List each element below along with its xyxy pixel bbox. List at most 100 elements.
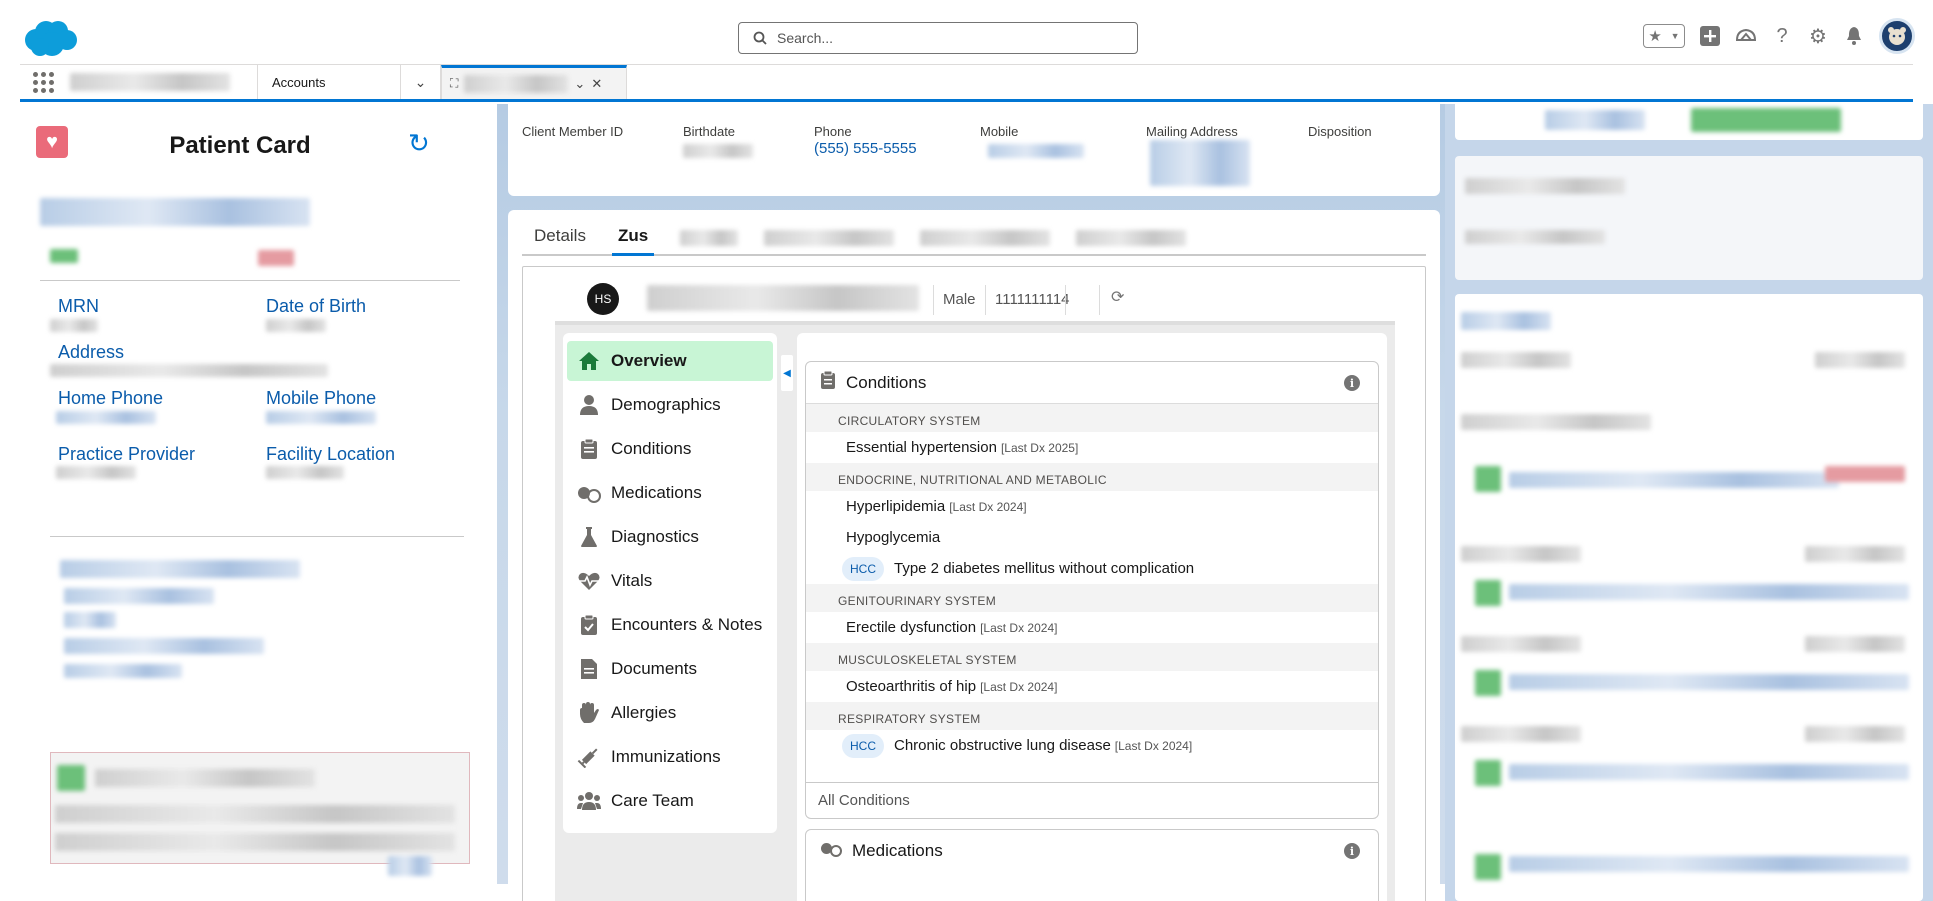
right-summary-card	[1455, 104, 1923, 140]
condition-name: Erectile dysfunction	[846, 619, 977, 636]
clipboard-check-icon	[577, 613, 601, 637]
salesforce-cloud-icon[interactable]	[22, 18, 78, 58]
flask-icon	[577, 525, 601, 549]
menu-encounters-notes[interactable]: Encounters & Notes	[567, 605, 773, 645]
client-member-id-label: Client Member ID	[522, 124, 624, 139]
condition-last-dx: [Last Dx 2024]	[949, 499, 1027, 514]
zus-side-menu: Overview Demographics Conditions Medicat…	[563, 333, 777, 833]
tab-redacted[interactable]	[680, 230, 739, 246]
global-search-input[interactable]: Search...	[738, 22, 1138, 54]
condition-name: Osteoarthritis of hip	[846, 678, 977, 695]
patient-gender: Male	[943, 291, 976, 308]
patient-id: 1111111114	[995, 291, 1070, 308]
related-table	[50, 752, 470, 864]
menu-allergies[interactable]: Allergies	[567, 693, 773, 733]
refresh-icon[interactable]: ↻	[408, 128, 430, 159]
right-info-card	[1455, 156, 1923, 280]
phone-link[interactable]: (555) 555-5555	[814, 140, 917, 157]
trailhead-icon[interactable]	[1735, 25, 1757, 47]
redacted-line	[64, 588, 214, 604]
star-icon: ★	[1648, 28, 1662, 45]
redacted-line	[64, 612, 116, 628]
tab-redacted[interactable]	[1076, 230, 1187, 246]
app-launcher-icon[interactable]	[20, 65, 66, 99]
bell-icon[interactable]	[1843, 25, 1865, 47]
menu-documents-label: Documents	[611, 659, 697, 678]
condition-row[interactable]: Erectile dysfunction [Last Dx 2024]	[806, 612, 1378, 643]
all-conditions-link[interactable]: All Conditions	[806, 782, 1378, 818]
condition-row[interactable]: Hyperlipidemia [Last Dx 2024]	[806, 491, 1378, 522]
menu-conditions-label: Conditions	[611, 439, 692, 458]
clipboard-icon	[820, 370, 836, 395]
app-navigation-bar: Accounts ⌄ ⛶ ⌄ ✕	[20, 64, 1913, 102]
menu-overview-label: Overview	[611, 351, 687, 370]
tabset-card: Details Zus HS Male 1111111114 ⟳ Overvie…	[508, 210, 1440, 901]
help-icon[interactable]: ?	[1771, 25, 1793, 47]
condition-name: Hypoglycemia	[846, 529, 941, 546]
menu-medications[interactable]: Medications	[567, 473, 773, 513]
condition-category: RESPIRATORY SYSTEM	[806, 702, 1378, 730]
clipboard-icon	[577, 437, 601, 461]
setup-gear-icon[interactable]: ⚙	[1807, 25, 1829, 48]
close-tab-icon[interactable]: ✕	[591, 76, 602, 92]
menu-immunizations[interactable]: Immunizations	[567, 737, 773, 777]
tab-chevron-down-icon[interactable]: ⌄	[574, 76, 585, 92]
medications-card: Medications i	[805, 829, 1379, 901]
condition-category: GENITOURINARY SYSTEM	[806, 584, 1378, 612]
menu-care-team[interactable]: Care Team	[567, 781, 773, 821]
menu-documents[interactable]: Documents	[567, 649, 773, 689]
practice-provider-label: Practice Provider	[58, 444, 196, 464]
menu-diagnostics[interactable]: Diagnostics	[567, 517, 773, 557]
menu-overview[interactable]: Overview	[567, 341, 773, 381]
dob-label: Date of Birth	[266, 296, 367, 316]
accounts-chevron-down-icon[interactable]: ⌄	[401, 65, 441, 99]
record-tab[interactable]: ⛶ ⌄ ✕	[441, 65, 627, 99]
menu-conditions[interactable]: Conditions	[567, 429, 773, 469]
menu-immunizations-label: Immunizations	[611, 747, 721, 766]
condition-category: ENDOCRINE, NUTRITIONAL AND METABOLIC	[806, 463, 1378, 491]
tab-redacted[interactable]	[764, 230, 895, 246]
right-activity-card	[1455, 294, 1923, 901]
conditions-card: Conditions i CIRCULATORY SYSTEM Essentia…	[805, 361, 1379, 819]
disposition-label: Disposition	[1308, 124, 1372, 139]
condition-row[interactable]: Osteoarthritis of hip [Last Dx 2024]	[806, 671, 1378, 702]
status-badge	[50, 249, 78, 263]
header-utility-icons: ★ ▼ ? ⚙	[1643, 18, 1915, 54]
tab-zus[interactable]: Zus	[611, 226, 655, 256]
pill-icon	[820, 840, 842, 863]
patient-card-panel: ♥ Patient Card ↻ MRN Date of Birth Addre…	[20, 104, 495, 884]
condition-row[interactable]: HCC Type 2 diabetes mellitus without com…	[806, 553, 1378, 584]
tab-redacted[interactable]	[920, 230, 1051, 246]
phone-label: Phone	[814, 124, 852, 139]
scroll-indicator[interactable]	[388, 856, 432, 876]
condition-row[interactable]: HCC Chronic obstructive lung disease [La…	[806, 730, 1378, 761]
info-icon[interactable]: i	[1344, 843, 1360, 859]
sync-icon[interactable]: ⟳	[1111, 287, 1124, 307]
menu-diagnostics-label: Diagnostics	[611, 527, 699, 546]
collapse-menu-icon[interactable]: ◀	[781, 355, 793, 391]
condition-category: CIRCULATORY SYSTEM	[806, 404, 1378, 432]
menu-care-team-label: Care Team	[611, 791, 694, 810]
condition-category: MUSCULOSKELETAL SYSTEM	[806, 643, 1378, 671]
hcc-badge: HCC	[842, 733, 884, 758]
home-icon	[577, 349, 601, 373]
nav-item-accounts-label: Accounts	[272, 74, 326, 90]
hand-icon	[577, 701, 601, 725]
add-icon[interactable]	[1699, 25, 1721, 47]
zus-frame: HS Male 1111111114 ⟳ Overview Demographi…	[522, 266, 1426, 901]
condition-row[interactable]: Essential hypertension [Last Dx 2025]	[806, 432, 1378, 463]
conditions-card-title: Conditions	[846, 372, 927, 392]
nav-item-accounts[interactable]: Accounts	[258, 65, 401, 99]
record-highlights-card: Client Member ID Birthdate Phone (555) 5…	[508, 104, 1440, 196]
menu-demographics[interactable]: Demographics	[567, 385, 773, 425]
condition-row[interactable]: Hypoglycemia	[806, 522, 1378, 553]
favorites-button[interactable]: ★ ▼	[1643, 24, 1685, 48]
tab-details[interactable]: Details	[534, 226, 586, 256]
info-icon[interactable]: i	[1344, 375, 1360, 391]
zus-overview-pane: Conditions i CIRCULATORY SYSTEM Essentia…	[797, 333, 1387, 901]
patient-name-redacted	[40, 198, 310, 226]
conditions-card-header: Conditions i	[806, 362, 1378, 404]
user-avatar[interactable]	[1879, 18, 1915, 54]
facility-location-label: Facility Location	[266, 444, 396, 464]
menu-vitals[interactable]: Vitals	[567, 561, 773, 601]
